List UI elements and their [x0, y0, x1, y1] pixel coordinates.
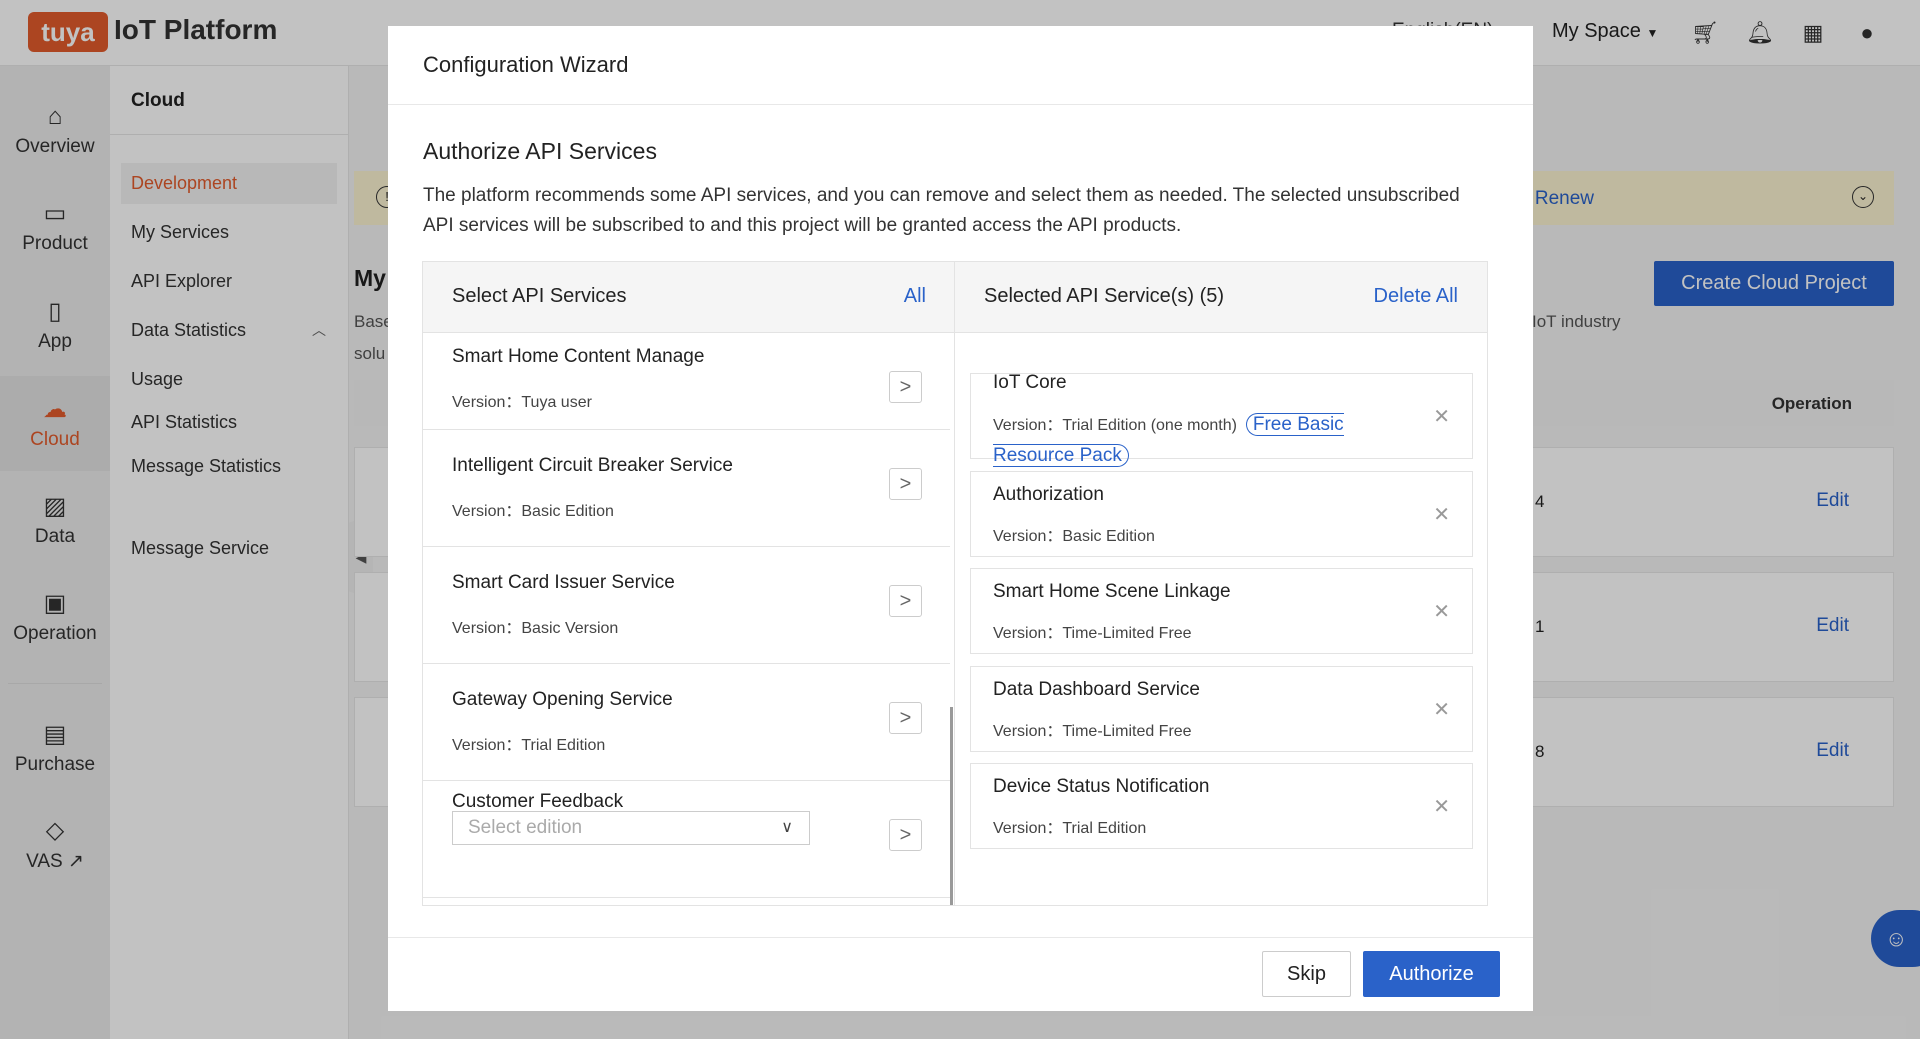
configuration-wizard-modal: Configuration Wizard Authorize API Servi… [388, 26, 1533, 1011]
available-services-panel: Select API Services All Smart Home Conte… [423, 262, 955, 905]
service-version: Version：Time-Limited Free [993, 625, 1192, 642]
add-arrow-icon[interactable]: > [889, 585, 922, 617]
service-version: Version：Trial Edition [452, 737, 606, 754]
remove-icon[interactable]: ✕ [1433, 794, 1450, 819]
add-arrow-icon[interactable]: > [889, 371, 922, 403]
service-name: Gateway Opening Service [452, 689, 673, 710]
authorize-button[interactable]: Authorize [1363, 951, 1500, 997]
panel-header: Selected API Service(s) (5) Delete All [955, 262, 1487, 333]
list-item: Intelligent Circuit Breaker Service Vers… [423, 430, 950, 547]
chevron-down-icon: ∨ [781, 819, 793, 836]
section-description: The platform recommends some API service… [423, 185, 1460, 236]
service-version: Version：Trial Edition (one month) [993, 417, 1237, 434]
skip-button[interactable]: Skip [1262, 951, 1351, 997]
remove-icon[interactable]: ✕ [1433, 502, 1450, 527]
service-version: Version：Basic Version [452, 620, 619, 637]
selected-service-card: Device Status Notification Version：Trial… [970, 763, 1473, 849]
panel-title: Select API Services [452, 285, 627, 307]
select-all-link[interactable]: All [904, 285, 926, 308]
service-version: Version：Tuya user [452, 394, 592, 411]
service-name: Data Dashboard Service [993, 679, 1200, 700]
section-title: Authorize API Services [423, 138, 657, 164]
service-name: Intelligent Circuit Breaker Service [452, 455, 733, 476]
service-version: Version：Trial Edition [993, 820, 1147, 837]
selected-service-card: Data Dashboard Service Version：Time-Limi… [970, 666, 1473, 752]
service-version: Version：Basic Edition [993, 528, 1155, 545]
service-name: Customer Feedback [452, 791, 624, 812]
service-name: Authorization [993, 484, 1104, 505]
add-arrow-icon[interactable]: > [889, 819, 922, 851]
list-item: Smart Home Content Manage Version：Tuya u… [423, 333, 950, 430]
divider [388, 937, 1533, 938]
panel-title: Selected API Service(s) (5) [984, 285, 1225, 307]
list-item: Gateway Opening Service Version：Trial Ed… [423, 664, 950, 781]
service-name: Smart Home Content Manage [452, 346, 705, 367]
service-name: IoT Core [993, 372, 1067, 393]
add-arrow-icon[interactable]: > [889, 468, 922, 500]
scrollbar[interactable] [950, 707, 953, 905]
panel-header: Select API Services All [423, 262, 954, 333]
remove-icon[interactable]: ✕ [1433, 697, 1450, 722]
edition-select[interactable]: Select edition ∨ [452, 811, 810, 845]
service-name: Smart Home Scene Linkage [993, 581, 1231, 602]
divider [388, 104, 1533, 105]
service-name: Smart Card Issuer Service [452, 572, 675, 593]
select-placeholder: Select edition [468, 817, 583, 838]
delete-all-link[interactable]: Delete All [1374, 285, 1459, 308]
selected-service-card: Smart Home Scene Linkage Version：Time-Li… [970, 568, 1473, 654]
list-item: Smart Card Issuer Service Version：Basic … [423, 547, 950, 664]
selected-service-card: IoT Core Version：Trial Edition (one mont… [970, 372, 1473, 467]
remove-icon[interactable]: ✕ [1433, 599, 1450, 624]
api-transfer: Select API Services All Smart Home Conte… [422, 261, 1488, 906]
modal-title: Configuration Wizard [423, 52, 629, 77]
remove-icon[interactable]: ✕ [1433, 404, 1450, 429]
service-name: Device Status Notification [993, 776, 1210, 797]
selected-service-card: Authorization Version：Basic Edition ✕ [970, 471, 1473, 557]
add-arrow-icon[interactable]: > [889, 702, 922, 734]
selected-services-panel: Selected API Service(s) (5) Delete All I… [955, 262, 1487, 905]
service-version: Version：Basic Edition [452, 503, 614, 520]
service-version: Version：Time-Limited Free [993, 723, 1192, 740]
